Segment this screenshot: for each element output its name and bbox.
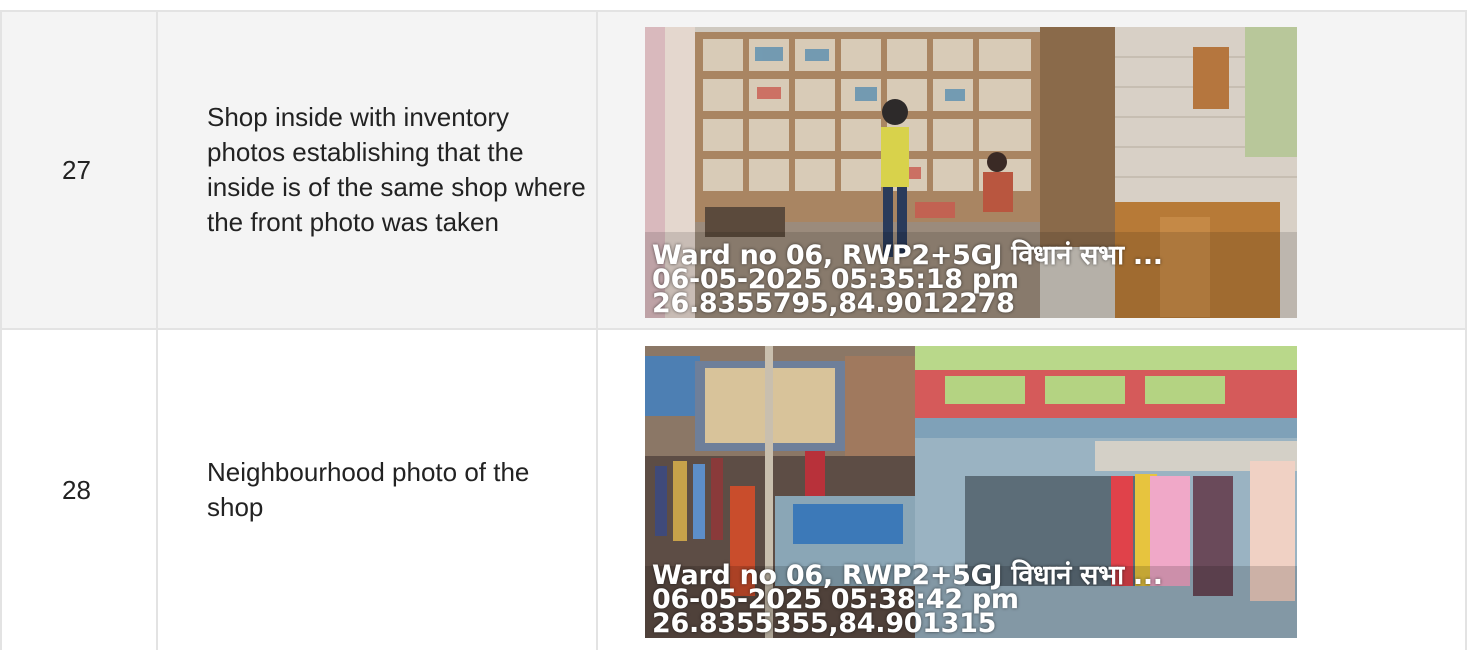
table-row: 28 Neighbourhood photo of the shop Ward … — [0, 330, 1467, 650]
row-description: Neighbourhood photo of the shop — [156, 330, 596, 650]
row-description: Shop inside with inventory photos establ… — [156, 12, 596, 328]
photo-geotag-overlay: Ward no 06, RWP2+5GJ विधानं सभा ... 06-0… — [652, 562, 1163, 638]
table-row: 27 Shop inside with inventory photos est… — [0, 12, 1467, 330]
photo-geotag-overlay: Ward no 06, RWP2+5GJ विधानं सभा ... 06-0… — [652, 242, 1163, 318]
row-number: 27 — [0, 12, 156, 328]
photo-cell: Ward no 06, RWP2+5GJ विधानं सभा ... 06-0… — [596, 12, 1467, 328]
geotag-coordinates: 26.8355795,84.9012278 — [652, 288, 1015, 318]
evidence-table: 27 Shop inside with inventory photos est… — [0, 10, 1467, 650]
geotag-coordinates: 26.8355355,84.901315 — [652, 608, 997, 638]
row-number: 28 — [0, 330, 156, 650]
shop-inside-photo[interactable]: Ward no 06, RWP2+5GJ विधानं सभा ... 06-0… — [645, 27, 1297, 318]
neighbourhood-photo[interactable]: Ward no 06, RWP2+5GJ विधानं सभा ... 06-0… — [645, 346, 1297, 638]
photo-cell: Ward no 06, RWP2+5GJ विधानं सभा ... 06-0… — [596, 330, 1467, 650]
